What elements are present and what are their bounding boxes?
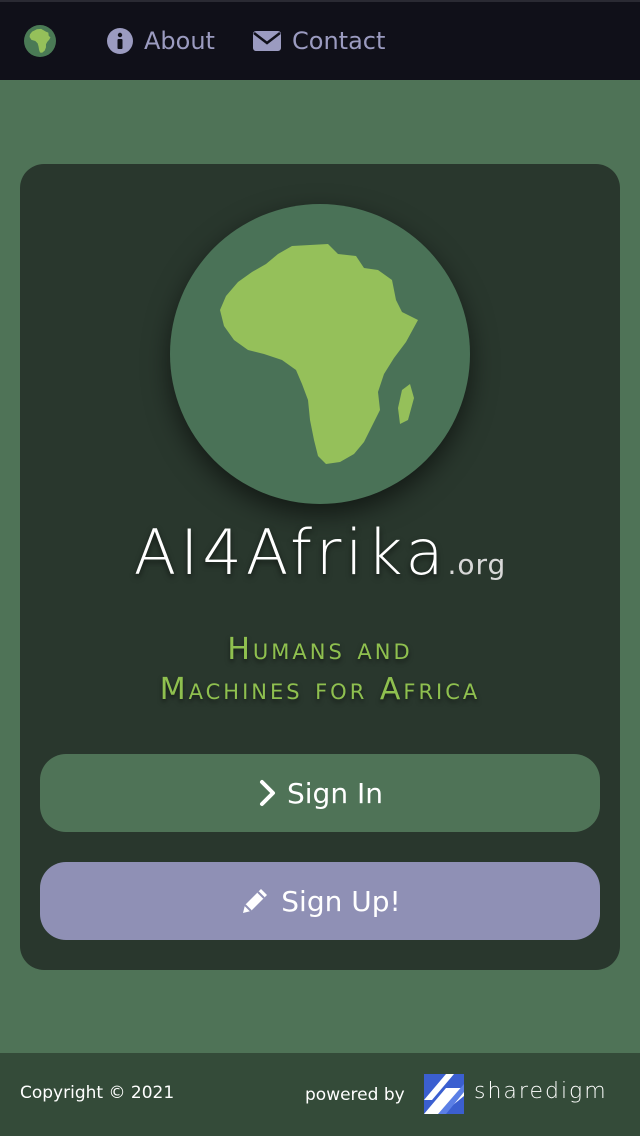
nav-about-label: About <box>144 27 215 55</box>
sign-in-button[interactable]: Sign In <box>40 754 600 832</box>
africa-globe-icon[interactable] <box>24 25 56 57</box>
info-circle-icon <box>106 27 134 55</box>
footer: Copyright © 2021 powered by sharedigm <box>0 1053 640 1136</box>
copyright-text: Copyright © 2021 <box>20 1083 175 1103</box>
tagline-line-2: Machines for Africa <box>159 672 481 707</box>
sign-in-label: Sign In <box>287 776 383 810</box>
brand-tld: .org <box>447 548 507 581</box>
brand-wordmark: AI4Afrika.org <box>20 516 620 589</box>
envelope-icon <box>252 29 282 53</box>
partner-name[interactable]: sharedigm <box>474 1079 608 1104</box>
top-navbar: About Contact <box>0 0 640 80</box>
sign-up-button[interactable]: Sign Up! <box>40 862 600 940</box>
nav-about-link[interactable]: About <box>106 22 215 60</box>
nav-contact-link[interactable]: Contact <box>252 22 385 60</box>
sign-up-label: Sign Up! <box>281 884 401 918</box>
brand-name: AI4Afrika <box>133 516 448 589</box>
powered-by-text: powered by <box>305 1085 405 1105</box>
welcome-card: AI4Afrika.org Humans and Machines for Af… <box>20 164 620 970</box>
tagline: Humans and Machines for Africa <box>20 630 620 710</box>
chevron-right-icon <box>257 779 277 807</box>
sharedigm-logo-icon[interactable] <box>424 1074 464 1114</box>
pencil-icon <box>239 885 271 917</box>
africa-globe-icon <box>170 204 470 504</box>
tagline-line-1: Humans and <box>227 632 413 667</box>
nav-contact-label: Contact <box>292 27 386 55</box>
